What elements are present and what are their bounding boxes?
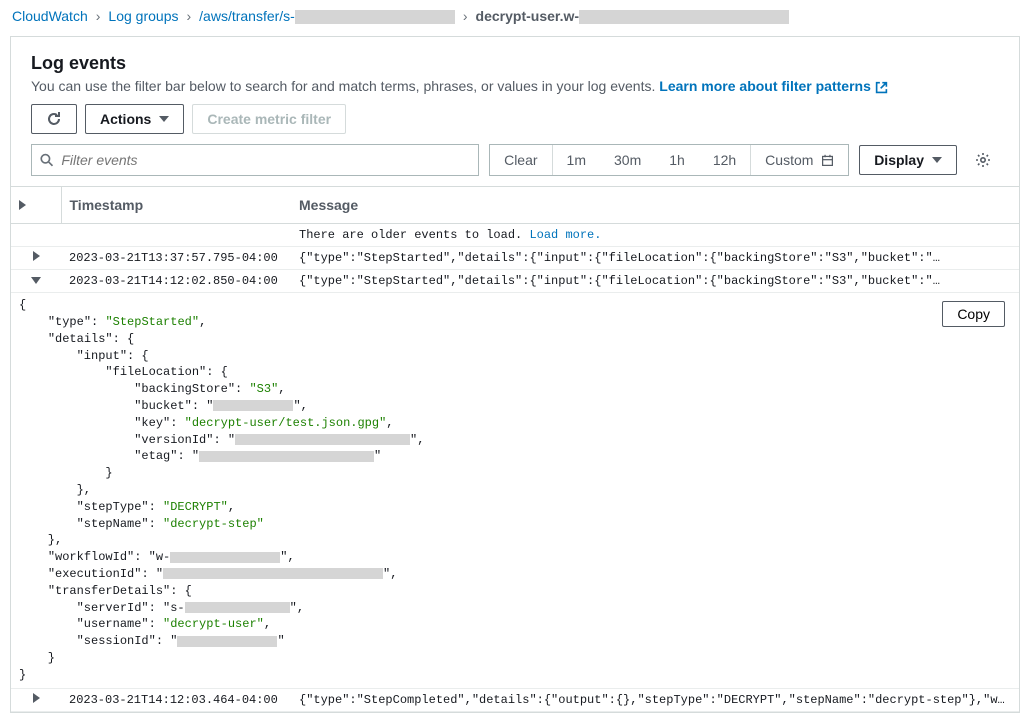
cell-message: {"type":"StepStarted","details":{"input"… — [291, 270, 1019, 293]
range-12h[interactable]: 12h — [699, 145, 750, 175]
caret-down-icon — [159, 116, 169, 122]
search-icon — [40, 153, 53, 167]
gear-icon — [975, 152, 991, 168]
chevron-right-icon: › — [186, 8, 191, 24]
collapse-row-toggle[interactable] — [31, 277, 41, 284]
chevron-right-icon: › — [463, 8, 468, 24]
cell-timestamp: 2023-03-21T14:12:03.464-04:00 — [61, 688, 291, 711]
refresh-button[interactable] — [31, 104, 77, 134]
time-range-selector: Clear 1m 30m 1h 12h Custom — [489, 144, 849, 176]
load-older-row: There are older events to load. Load mor… — [11, 224, 1019, 247]
range-1h[interactable]: 1h — [655, 145, 699, 175]
table-row: 2023-03-21T14:12:03.464-04:00 {"type":"S… — [11, 688, 1019, 711]
caret-down-icon — [932, 157, 942, 163]
settings-button[interactable] — [967, 144, 999, 176]
clear-time-button[interactable]: Clear — [490, 145, 551, 175]
filter-bar: Clear 1m 30m 1h 12h Custom Display — [11, 144, 1019, 186]
range-1m[interactable]: 1m — [552, 145, 600, 175]
json-preview: { "type": "StepStarted", "details": { "i… — [19, 297, 1011, 683]
chevron-right-icon: › — [96, 8, 101, 24]
breadcrumb-l1[interactable]: CloudWatch — [12, 8, 88, 24]
cell-timestamp: 2023-03-21T13:37:57.795-04:00 — [61, 247, 291, 270]
copy-button[interactable]: Copy — [942, 301, 1005, 327]
expand-row-toggle[interactable] — [33, 693, 40, 703]
breadcrumb: CloudWatch › Log groups › /aws/transfer/… — [0, 0, 1030, 32]
calendar-icon — [821, 154, 834, 167]
cell-message: {"type":"StepCompleted","details":{"outp… — [291, 688, 1019, 711]
page-description: You can use the filter bar below to sear… — [31, 78, 999, 94]
redacted — [295, 10, 455, 24]
external-link-icon — [875, 81, 888, 94]
page-title: Log events — [31, 53, 999, 74]
learn-more-link[interactable]: Learn more about filter patterns — [659, 78, 887, 94]
redacted — [579, 10, 789, 24]
th-timestamp[interactable]: Timestamp — [61, 187, 291, 224]
refresh-icon — [46, 111, 62, 127]
log-events-panel: Log events You can use the filter bar be… — [10, 36, 1020, 712]
expand-row-toggle[interactable] — [33, 251, 40, 261]
log-events-table: Timestamp Message There are older events… — [11, 186, 1019, 711]
table-row: 2023-03-21T13:37:57.795-04:00 {"type":"S… — [11, 247, 1019, 270]
filter-events-input[interactable] — [61, 152, 470, 168]
create-metric-filter-button: Create metric filter — [192, 104, 346, 134]
load-more-link[interactable]: Load more. — [529, 228, 601, 242]
actions-button[interactable]: Actions — [85, 104, 184, 134]
toolbar: Actions Create metric filter — [11, 94, 1019, 144]
breadcrumb-l2[interactable]: Log groups — [108, 8, 178, 24]
cell-timestamp: 2023-03-21T14:12:02.850-04:00 — [61, 270, 291, 293]
display-button[interactable]: Display — [859, 145, 957, 175]
table-row: 2023-03-21T14:12:02.850-04:00 {"type":"S… — [11, 270, 1019, 293]
cell-message: {"type":"StepStarted","details":{"input"… — [291, 247, 1019, 270]
expand-all-header[interactable] — [11, 187, 61, 224]
expanded-json-row: Copy { "type": "StepStarted", "details":… — [11, 293, 1019, 688]
range-custom[interactable]: Custom — [750, 145, 848, 175]
th-message[interactable]: Message — [291, 187, 1019, 224]
range-30m[interactable]: 30m — [600, 145, 655, 175]
breadcrumb-current: decrypt-user.w- — [476, 8, 789, 24]
filter-input-wrap[interactable] — [31, 144, 479, 176]
breadcrumb-l3[interactable]: /aws/transfer/s- — [199, 8, 455, 24]
